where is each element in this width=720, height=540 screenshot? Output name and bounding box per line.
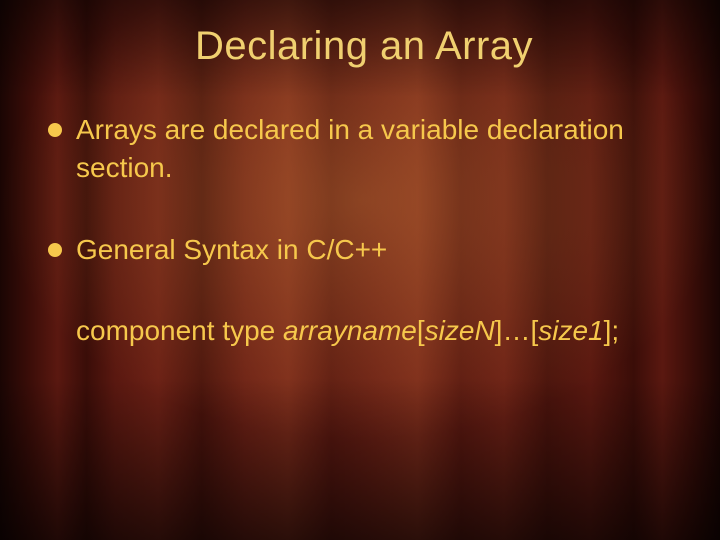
slide-title: Declaring an Array	[48, 24, 680, 69]
syntax-bracket: [	[417, 315, 425, 346]
syntax-sizeN: sizeN	[425, 315, 495, 346]
bullet-icon	[48, 243, 62, 257]
syntax-size1: size1	[538, 315, 603, 346]
syntax-bracket: ]…[	[495, 315, 539, 346]
bullet-item: Arrays are declared in a variable declar…	[48, 111, 680, 187]
syntax-bracket: ];	[604, 315, 620, 346]
bullet-text: General Syntax in C/C++	[76, 234, 387, 265]
syntax-prefix: component type	[76, 315, 283, 346]
bullet-item: General Syntax in C/C++	[48, 231, 680, 269]
bullet-icon	[48, 123, 62, 137]
slide: Declaring an Array Arrays are declared i…	[0, 0, 720, 540]
bullet-text: Arrays are declared in a variable declar…	[76, 114, 624, 183]
syntax-line: component type arrayname[sizeN]…[size1];	[48, 312, 680, 350]
syntax-arrayname: arrayname	[283, 315, 417, 346]
